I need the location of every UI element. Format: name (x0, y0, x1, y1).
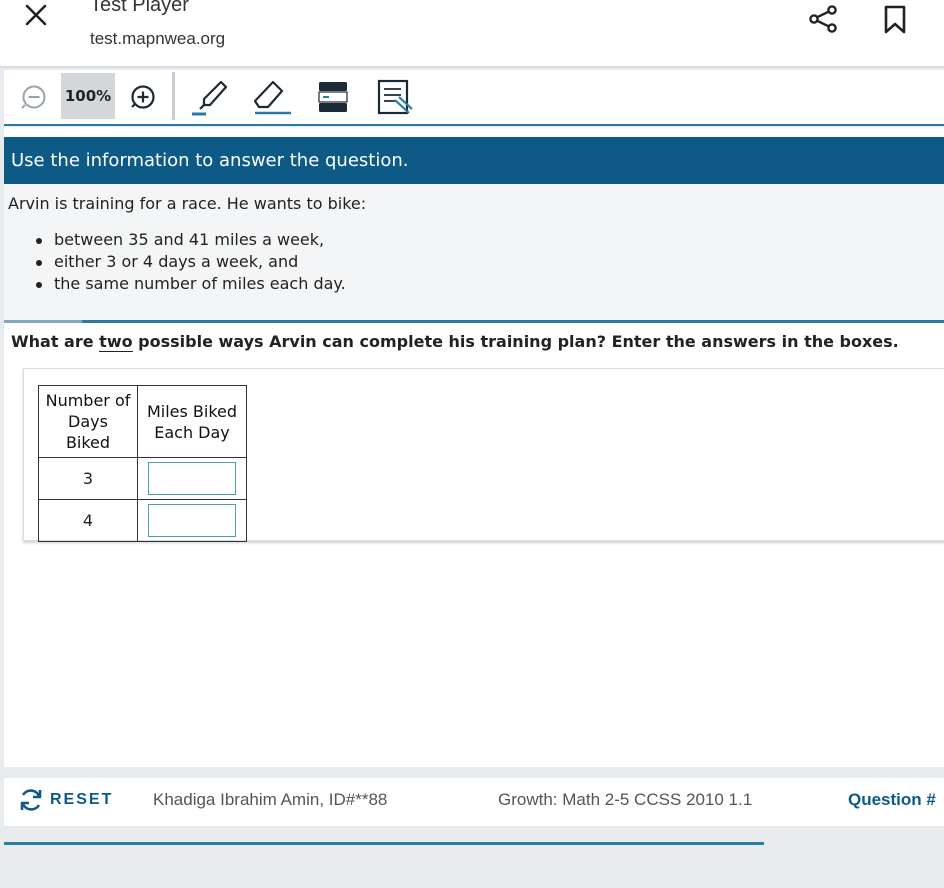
close-button[interactable] (20, 0, 52, 30)
prompt-text-rest: possible ways Arvin can complete his tra… (132, 332, 899, 351)
line-reader-icon (318, 82, 348, 112)
eraser-button[interactable] (249, 74, 295, 120)
zoom-in-icon (131, 85, 155, 109)
prompt-text: What are (11, 332, 100, 351)
footer-accent-bar (4, 842, 764, 845)
answer-eliminator-button[interactable] (374, 74, 416, 120)
miles-cell (137, 457, 247, 500)
table-row: 4 (38, 499, 247, 542)
passage-intro: Arvin is training for a race. He wants t… (8, 194, 367, 213)
days-cell: 4 (38, 499, 138, 542)
question-number[interactable]: Question # (848, 790, 936, 810)
passage: Arvin is training for a race. He wants t… (4, 184, 944, 320)
browser-header: Test Player test.mapnwea.org (0, 0, 944, 68)
page-url: test.mapnwea.org (90, 29, 226, 48)
column-header-miles: Miles Biked Each Day (137, 385, 247, 458)
list-item: either 3 or 4 days a week, and (36, 251, 346, 273)
list-item: between 35 and 41 miles a week, (36, 229, 346, 251)
days-cell: 3 (38, 457, 138, 500)
highlighter-icon (192, 80, 228, 116)
zoom-out-icon (21, 85, 46, 109)
question-divider (4, 320, 944, 323)
bookmark-icon (884, 5, 906, 34)
stimulus-header: Use the information to answer the questi… (4, 137, 944, 184)
miles-input-4-days[interactable] (148, 504, 236, 537)
close-icon (25, 4, 47, 26)
refresh-icon (20, 789, 42, 811)
zoom-out-button[interactable] (16, 74, 52, 120)
requirement-list: between 35 and 41 miles a week, either 3… (36, 229, 346, 295)
column-header-days: Number of Days Biked (38, 385, 138, 458)
footer-gap (765, 826, 944, 846)
highlighter-button[interactable] (188, 74, 232, 120)
tool-bar: 100% (4, 70, 944, 126)
page-title: Test Player (90, 0, 189, 16)
miles-input-3-days[interactable] (148, 462, 236, 495)
answer-eliminator-icon (377, 79, 413, 115)
toolbar-divider (172, 72, 175, 120)
line-reader-button[interactable] (313, 74, 353, 120)
footer: RESET Khadiga Ibrahim Amin, ID#**88 Grow… (4, 778, 944, 826)
prompt-emphasis: two (99, 332, 133, 352)
test-name: Growth: Math 2-5 CCSS 2010 1.1 (498, 790, 753, 809)
question-prompt: What are two possible ways Arvin can com… (11, 332, 899, 352)
eraser-icon (253, 80, 291, 115)
reset-button[interactable]: RESET (18, 787, 113, 813)
miles-cell (137, 499, 247, 542)
answer-table: Number of Days Biked Miles Biked Each Day … (38, 385, 247, 542)
table-row: 3 (38, 457, 247, 500)
question-divider-accent (4, 320, 82, 323)
share-icon (809, 5, 837, 33)
reset-label: RESET (50, 791, 114, 808)
item-content: Use the information to answer the questi… (4, 127, 944, 767)
bookmark-button[interactable] (880, 2, 910, 36)
zoom-in-button[interactable] (125, 74, 161, 120)
answer-card: Number of Days Biked Miles Biked Each Day … (23, 368, 944, 542)
zoom-level: 100% (61, 73, 115, 119)
list-item: the same number of miles each day. (36, 273, 346, 295)
share-button[interactable] (806, 2, 840, 36)
student-info: Khadiga Ibrahim Amin, ID#**88 (153, 790, 388, 809)
